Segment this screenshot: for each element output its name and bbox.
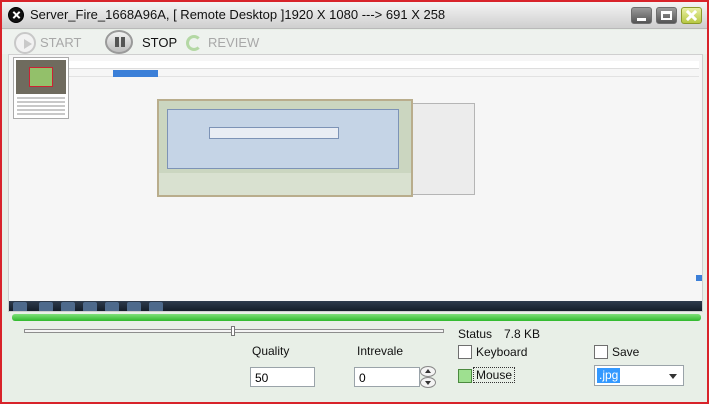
intrevale-label: Intrevale	[357, 344, 404, 358]
toolbar: START STOP REVIEW	[2, 30, 707, 54]
remote-foreground-window	[157, 99, 413, 197]
position-slider-thumb[interactable]	[231, 326, 235, 336]
quality-input[interactable]: 50	[250, 367, 315, 387]
remote-active-tab	[113, 70, 158, 77]
minimize-icon	[637, 18, 646, 21]
pause-icon[interactable]	[105, 30, 133, 54]
remote-dialog	[209, 127, 339, 139]
remote-window-content	[167, 109, 399, 169]
chevron-down-icon[interactable]	[669, 374, 677, 379]
stepper-down-icon[interactable]	[420, 377, 436, 388]
quality-label: Quality	[252, 344, 290, 358]
remote-address-bar	[69, 61, 699, 69]
save-checkbox[interactable]	[594, 345, 608, 359]
keyboard-label[interactable]: Keyboard	[476, 345, 527, 359]
status-label: Status	[458, 327, 493, 341]
app-close-circle-icon[interactable]	[8, 7, 24, 23]
play-icon[interactable]	[14, 32, 36, 54]
maximize-button[interactable]	[656, 7, 677, 24]
format-select[interactable]: .jpg	[594, 365, 684, 386]
remote-thumbnail-panel	[13, 57, 69, 119]
window-title: Server_Fire_1668A96A, [ Remote Desktop ]…	[30, 7, 446, 22]
save-label[interactable]: Save	[612, 345, 639, 359]
minimize-button[interactable]	[631, 7, 652, 24]
remote-taskbar	[9, 301, 702, 311]
remote-background-window	[411, 103, 475, 195]
maximize-icon	[661, 11, 672, 20]
title-bar[interactable]: Server_Fire_1668A96A, [ Remote Desktop ]…	[2, 2, 707, 29]
transfer-progress-bar	[12, 314, 701, 321]
mouse-label[interactable]: Mouse	[472, 367, 516, 383]
remote-tab-strip	[69, 70, 699, 77]
remote-desktop-window: Server_Fire_1668A96A, [ Remote Desktop ]…	[0, 0, 709, 404]
mouse-checkbox[interactable]	[458, 369, 472, 383]
stepper-up-icon[interactable]	[420, 366, 436, 377]
remote-edge-marker	[696, 275, 702, 281]
review-button[interactable]: REVIEW	[208, 35, 259, 50]
remote-thumbnail-image	[16, 60, 66, 94]
keyboard-checkbox[interactable]	[458, 345, 472, 359]
stop-button[interactable]: STOP	[142, 35, 177, 50]
intrevale-stepper[interactable]	[420, 366, 436, 388]
refresh-icon[interactable]	[186, 35, 202, 51]
remote-window-controls	[159, 173, 411, 195]
close-button[interactable]	[681, 7, 702, 24]
progress-fill	[12, 314, 701, 321]
format-selected-value: .jpg	[597, 368, 621, 383]
start-button[interactable]: START	[40, 35, 81, 50]
intrevale-input[interactable]: 0	[354, 367, 420, 387]
status-value: 7.8 KB	[504, 327, 541, 341]
remote-screen-view[interactable]	[8, 54, 703, 312]
